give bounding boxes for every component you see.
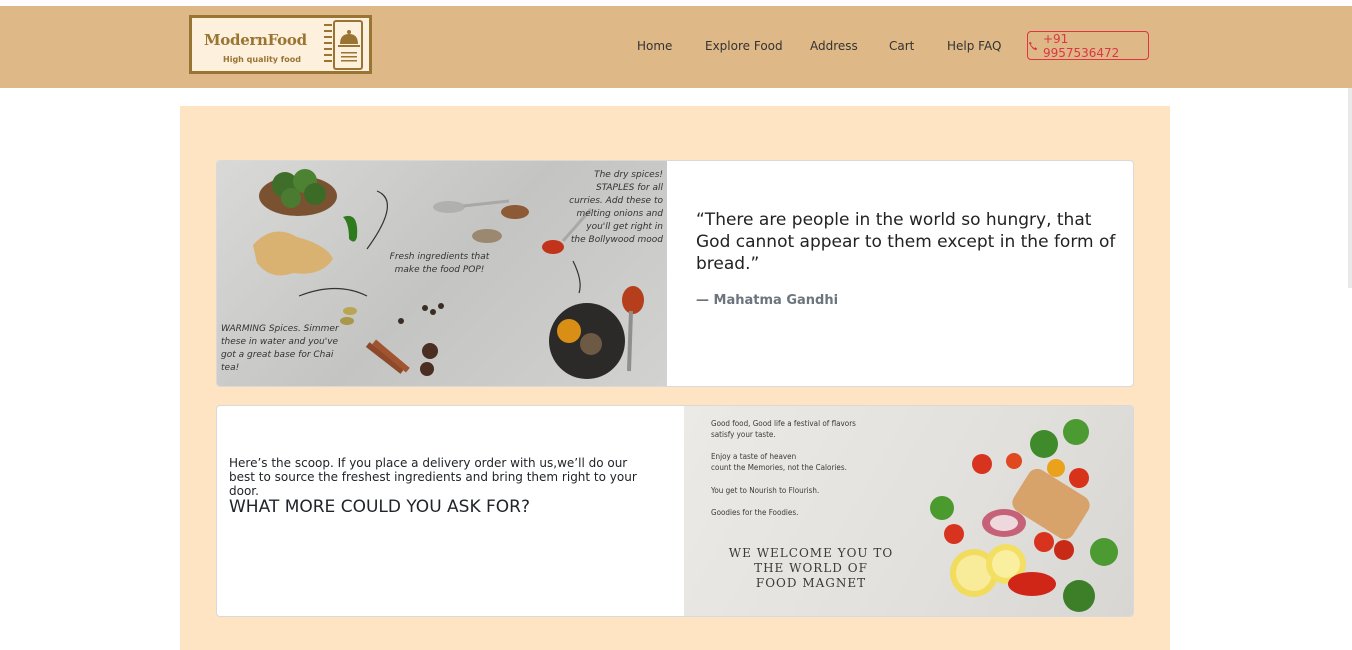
tagline-5: You get to Nourish to Flourish. bbox=[711, 486, 820, 495]
welcome-line-3: FOOD MAGNET bbox=[755, 576, 867, 590]
vegetables-image: Good food, Good life a festival of flavo… bbox=[684, 406, 1133, 616]
note-fresh-ingredients: Fresh ingredients that make the food POP… bbox=[389, 252, 490, 275]
welcome-text: WE WELCOME YOU TO THE WORLD OF FOOD MAGN… bbox=[711, 546, 911, 591]
notebook-rings-icon bbox=[324, 24, 332, 67]
phone-button[interactable]: +91 9957536472 bbox=[1027, 31, 1149, 60]
note-dry-spices: The dry spices! STAPLES for all curries.… bbox=[569, 170, 663, 245]
scoop-card: Here’s the scoop. If you place a deliver… bbox=[216, 405, 1134, 617]
brand-name: ModernFood bbox=[204, 31, 307, 49]
brand-logo[interactable]: ModernFood High quality food bbox=[189, 15, 372, 74]
scoop-heading: WHAT MORE COULD YOU ASK FOR? bbox=[229, 497, 531, 517]
main-section: The dry spices! STAPLES for all curries.… bbox=[180, 106, 1170, 650]
quote-text: “There are people in the world so hungry… bbox=[696, 210, 1116, 274]
cloche-icon bbox=[333, 20, 363, 70]
spices-image: The dry spices! STAPLES for all curries.… bbox=[217, 161, 667, 386]
tagline-4: count the Memories, not the Calories. bbox=[711, 463, 847, 472]
quote-card: The dry spices! STAPLES for all curries.… bbox=[216, 160, 1134, 387]
welcome-line-1: WE WELCOME YOU TO bbox=[728, 546, 894, 560]
nav-cart[interactable]: Cart bbox=[889, 39, 914, 53]
welcome-line-2: THE WORLD OF bbox=[754, 561, 868, 575]
navbar: ModernFood High quality food Home Explor… bbox=[0, 6, 1352, 88]
quote-author: — Mahatma Gandhi bbox=[696, 293, 839, 308]
scoop-text: Here’s the scoop. If you place a deliver… bbox=[229, 456, 637, 498]
brand-tagline: High quality food bbox=[223, 55, 301, 64]
nav-address[interactable]: Address bbox=[810, 39, 858, 53]
nav-help-faq[interactable]: Help FAQ bbox=[947, 39, 1001, 53]
tagline-1: Good food, Good life a festival of flavo… bbox=[711, 419, 856, 428]
phone-icon bbox=[1028, 41, 1038, 50]
note-warming-spices: WARMING Spices. Simmer these in water an… bbox=[221, 324, 339, 373]
tagline-6: Goodies for the Foodies. bbox=[711, 508, 799, 517]
nav-explore-food[interactable]: Explore Food bbox=[705, 39, 783, 53]
nav-home[interactable]: Home bbox=[637, 39, 672, 53]
phone-number: +91 9957536472 bbox=[1042, 31, 1120, 60]
tagline-3: Enjoy a taste of heaven bbox=[711, 452, 797, 461]
scrollbar[interactable] bbox=[1348, 88, 1352, 288]
tagline-2: satisfy your taste. bbox=[711, 430, 776, 439]
